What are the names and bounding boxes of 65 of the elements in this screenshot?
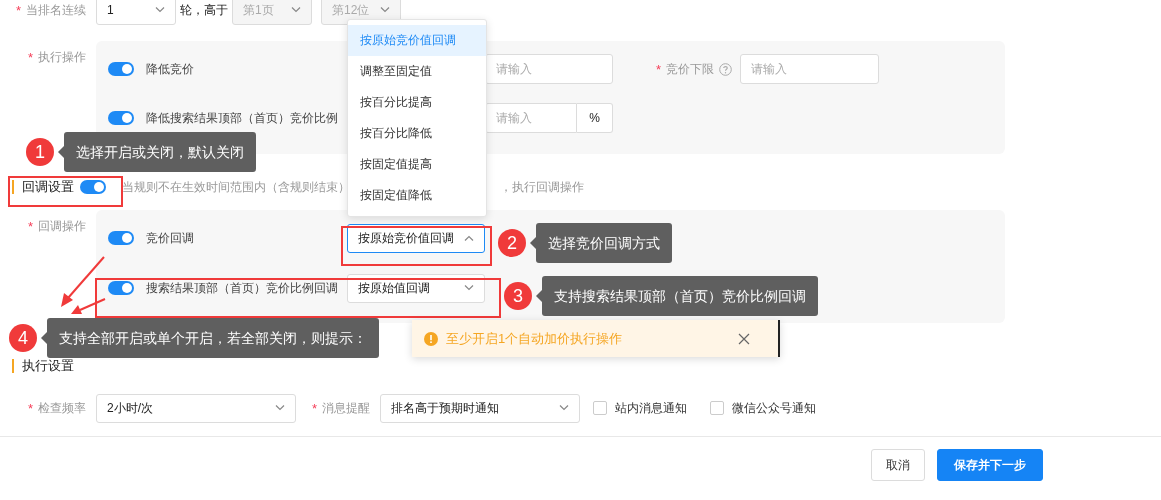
description-text: ，执行回调操作 xyxy=(500,179,584,195)
menu-item[interactable]: 按固定值提高 xyxy=(348,149,486,180)
select-field[interactable]: 按原始值回调 xyxy=(347,273,485,303)
toggle-switch[interactable] xyxy=(108,281,134,295)
select-field[interactable]: 1 xyxy=(96,0,176,25)
chevron-down-icon xyxy=(291,7,301,13)
checkbox[interactable]: 站内消息通知 xyxy=(593,399,688,417)
section-title: 回调设置 xyxy=(22,178,74,196)
connector-text: 轮，高于 xyxy=(180,1,228,19)
menu-item[interactable]: 按固定值降低 xyxy=(348,180,486,211)
option-label: 降低搜索结果顶部（首页）竞价比例 xyxy=(146,109,338,127)
chevron-down-icon xyxy=(155,7,165,13)
section-marker xyxy=(12,359,14,373)
save-next-button[interactable]: 保存并下一步 xyxy=(937,449,1043,481)
toggle-switch[interactable] xyxy=(108,231,134,245)
unit-addon: % xyxy=(577,103,613,133)
section-title: 执行设置 xyxy=(22,357,74,375)
description-text: 当规则不在生效时间范围内（含规则结束） xyxy=(122,179,350,195)
chevron-down-icon xyxy=(464,285,474,291)
option-label: 降低竞价 xyxy=(146,60,194,78)
callout-tooltip: 选择开启或关闭，默认关闭 xyxy=(64,132,256,172)
field-label: 检查频率 xyxy=(38,399,86,417)
required-mark: * xyxy=(312,400,318,416)
required-mark: * xyxy=(27,400,33,416)
toggle-switch[interactable] xyxy=(108,111,134,125)
field-label: 竞价下限 xyxy=(666,60,715,78)
step-number-badge: 4 xyxy=(9,324,37,352)
checkbox-label: 站内消息通知 xyxy=(615,399,688,417)
toast-message: 至少开启1个自动加价执行操作 xyxy=(446,329,624,348)
select-field[interactable]: 排名高于预期时通知 xyxy=(380,393,581,423)
select-field[interactable]: 按原始竞价值回调 xyxy=(347,223,485,253)
required-mark: * xyxy=(27,50,33,65)
chevron-down-icon xyxy=(275,405,285,411)
callout-tooltip: 支持搜索结果顶部（首页）竞价比例回调 xyxy=(542,276,818,316)
help-icon xyxy=(719,62,733,76)
input-field[interactable]: 请输入 xyxy=(485,103,577,133)
chevron-down-icon xyxy=(380,7,390,13)
checkbox-label: 微信公众号通知 xyxy=(732,399,817,417)
field-label: 当排名连续 xyxy=(26,1,86,19)
menu-item[interactable]: 按百分比提高 xyxy=(348,87,486,118)
chevron-up-icon xyxy=(464,235,474,241)
chevron-down-icon xyxy=(559,405,570,411)
menu-item[interactable]: 按百分比降低 xyxy=(348,118,486,149)
required-mark: * xyxy=(27,219,33,234)
toggle-switch[interactable] xyxy=(108,62,134,76)
section-marker xyxy=(12,180,14,194)
cancel-button[interactable]: 取消 xyxy=(871,449,925,481)
required-mark: * xyxy=(656,61,662,77)
step-number-badge: 1 xyxy=(26,138,54,166)
checkbox[interactable]: 微信公众号通知 xyxy=(710,399,817,417)
toggle-switch[interactable] xyxy=(80,180,106,194)
input-field[interactable]: 请输入 xyxy=(485,54,613,84)
warning-icon xyxy=(424,331,438,346)
menu-item[interactable]: 调整至固定值 xyxy=(348,56,486,87)
field-label: 回调操作 xyxy=(38,218,86,235)
input-field[interactable]: 请输入 xyxy=(740,54,880,84)
select-field[interactable]: 2小时/次 xyxy=(96,393,296,423)
option-label: 竞价回调 xyxy=(146,229,194,247)
option-label: 搜索结果顶部（首页）竞价比例回调 xyxy=(146,279,338,297)
close-icon xyxy=(738,332,750,345)
field-label: 消息提醒 xyxy=(322,399,371,417)
callout-tooltip: 支持全部开启或单个开启，若全部关闭，则提示： xyxy=(47,318,379,358)
callout-tooltip: 选择竞价回调方式 xyxy=(536,223,672,263)
field-label: 执行操作 xyxy=(38,49,86,66)
required-mark: * xyxy=(15,2,21,18)
